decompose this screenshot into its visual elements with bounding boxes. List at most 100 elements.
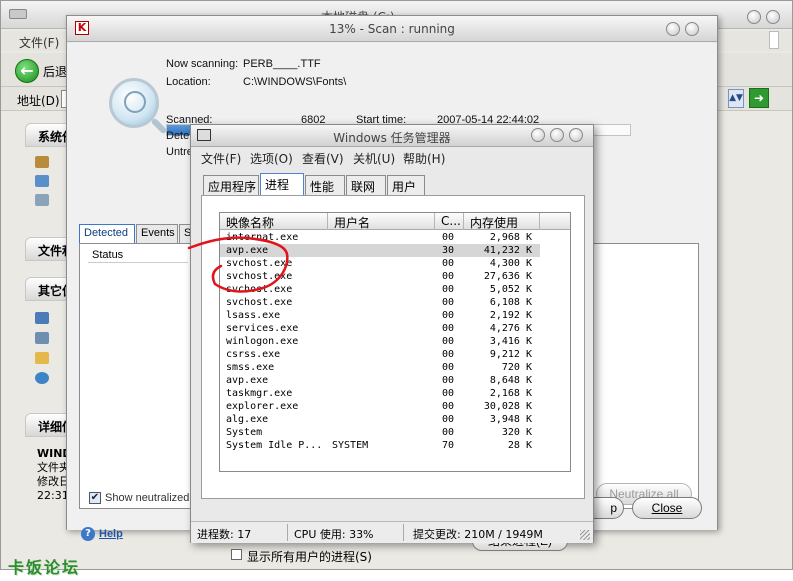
status-process-count: 进程数: 17 (197, 528, 252, 541)
folder-view-icon (35, 156, 49, 168)
process-name: System (226, 427, 263, 438)
process-name: services.exe (226, 323, 299, 334)
task-group-system[interactable]: 系统任务 (25, 123, 71, 147)
details-line: 文件夹 (37, 461, 67, 474)
process-cpu: 00 (441, 401, 454, 412)
process-cpu: 00 (441, 349, 454, 360)
task-group-other[interactable]: 其它位 (25, 277, 71, 301)
process-memory: 30,028 K (483, 401, 532, 412)
process-name: winlogon.exe (226, 336, 299, 347)
column-user-name[interactable]: 用户名 (328, 213, 435, 230)
process-row[interactable]: avp.exe 30 41,232 K (220, 244, 540, 257)
process-cpu: 00 (441, 297, 454, 308)
close-button[interactable]: Close (632, 497, 702, 519)
process-row[interactable]: csrss.exe 00 9,212 K (220, 348, 540, 361)
menu-help[interactable]: 帮助(H) (403, 150, 445, 167)
process-cpu: 00 (441, 414, 454, 425)
process-row[interactable]: alg.exe 00 3,948 K (220, 413, 540, 426)
process-name: svchost.exe (226, 297, 293, 308)
process-name: svchost.exe (226, 271, 293, 282)
process-row[interactable]: svchost.exe 00 5,052 K (220, 283, 540, 296)
computer-icon (35, 312, 49, 324)
process-cpu: 00 (441, 336, 454, 347)
tm-minimize-button[interactable] (531, 128, 545, 142)
show-all-users-checkbox[interactable] (231, 549, 242, 560)
status-column-header[interactable]: Status (88, 247, 188, 263)
process-row[interactable]: taskmgr.exe 00 2,168 K (220, 387, 540, 400)
details-panel: WIND 文件夹 修改日 22:31 (37, 447, 67, 503)
tab-users[interactable]: 用户 (387, 175, 425, 195)
process-row[interactable]: svchost.exe 00 4,300 K (220, 257, 540, 270)
process-row[interactable]: smss.exe 00 720 K (220, 361, 540, 374)
process-memory: 4,276 K (489, 323, 532, 334)
process-name: svchost.exe (226, 284, 293, 295)
process-row[interactable]: explorer.exe 00 30,028 K (220, 400, 540, 413)
process-memory: 720 K (501, 362, 532, 373)
process-name: explorer.exe (226, 401, 299, 412)
tm-maximize-button[interactable] (550, 128, 564, 142)
column-image-name[interactable]: 映像名称 (220, 213, 328, 230)
address-dropdown-button[interactable]: ▲▼ (728, 89, 744, 108)
process-row[interactable]: System 00 320 K (220, 426, 540, 439)
process-memory: 4,300 K (489, 258, 532, 269)
menu-view[interactable]: 查看(V) (302, 150, 344, 167)
process-row[interactable]: lsass.exe 00 2,192 K (220, 309, 540, 322)
process-memory: 9,212 K (489, 349, 532, 360)
process-row[interactable]: services.exe 00 4,276 K (220, 322, 540, 335)
documents-icon (35, 332, 49, 344)
task-manager-window: Windows 任务管理器 文件(F) 选项(O) 查看(V) 关机(U) 帮助… (190, 124, 594, 564)
help-icon[interactable]: ? (81, 527, 95, 541)
process-row[interactable]: svchost.exe 00 27,636 K (220, 270, 540, 283)
column-memory[interactable]: 内存使用 (464, 213, 540, 230)
process-name: lsass.exe (226, 310, 281, 321)
process-row[interactable]: System Idle P... SYSTEM 70 28 K (220, 439, 540, 452)
menu-file[interactable]: 文件(F) (19, 34, 59, 51)
tab-applications[interactable]: 应用程序 (203, 175, 259, 195)
process-list[interactable]: 映像名称 用户名 C... 内存使用 internat.exe 00 2,968 K… (219, 212, 571, 472)
column-cpu[interactable]: C... (435, 213, 464, 230)
show-neutralized-checkbox[interactable]: ✔ (89, 492, 101, 504)
scan-close-button[interactable] (685, 22, 699, 36)
process-list-header: 映像名称 用户名 C... 内存使用 (220, 213, 570, 230)
back-arrow-icon[interactable]: ← (15, 59, 39, 83)
help-link[interactable]: Help (99, 528, 123, 540)
processes-panel: 映像名称 用户名 C... 内存使用 internat.exe 00 2,968 K… (201, 195, 585, 564)
now-scanning-value: PERB____.TTF (243, 58, 321, 70)
tab-events[interactable]: Events (136, 224, 178, 243)
resize-grip[interactable] (580, 530, 590, 540)
task-group-details[interactable]: 详细信 (25, 413, 71, 437)
go-arrow-icon[interactable]: ➜ (749, 88, 769, 108)
process-row[interactable]: avp.exe 00 8,648 K (220, 374, 540, 387)
watermark-text: 卡饭论坛 (8, 558, 81, 577)
process-cpu: 00 (441, 375, 454, 386)
process-row[interactable]: internat.exe 00 2,968 K (220, 231, 540, 244)
menu-shutdown[interactable]: 关机(U) (353, 150, 395, 167)
menu-file[interactable]: 文件(F) (201, 150, 241, 167)
tab-processes[interactable]: 进程 (260, 173, 304, 196)
process-user: SYSTEM (332, 440, 369, 451)
details-line: 22:31 (37, 489, 67, 502)
process-name: System Idle P... (226, 440, 323, 451)
process-name: alg.exe (226, 414, 269, 425)
process-memory: 320 K (501, 427, 532, 438)
task-group-files[interactable]: 文件和 (25, 237, 71, 261)
close-button[interactable] (766, 10, 780, 24)
process-memory: 5,052 K (489, 284, 532, 295)
tab-networking[interactable]: 联网 (346, 175, 386, 195)
scan-minimize-button[interactable] (666, 22, 680, 36)
process-memory: 27,636 K (483, 271, 532, 282)
tm-close-button[interactable] (569, 128, 583, 142)
task-manager-status-bar: 进程数: 17 CPU 使用: 33% 提交更改: 210M / 1949M (191, 521, 593, 543)
minimize-button[interactable] (747, 10, 761, 24)
tab-detected[interactable]: Detected (79, 224, 135, 244)
untreated-label: Untre (166, 146, 193, 158)
back-button-label[interactable]: 后退 (43, 63, 67, 80)
process-memory: 3,948 K (489, 414, 532, 425)
process-row[interactable]: winlogon.exe 00 3,416 K (220, 335, 540, 348)
add-remove-icon (35, 175, 49, 187)
menu-options[interactable]: 选项(O) (250, 150, 293, 167)
process-name: avp.exe (226, 245, 269, 256)
tab-performance[interactable]: 性能 (305, 175, 345, 195)
now-scanning-label: Now scanning: (166, 58, 239, 70)
process-row[interactable]: svchost.exe 00 6,108 K (220, 296, 540, 309)
